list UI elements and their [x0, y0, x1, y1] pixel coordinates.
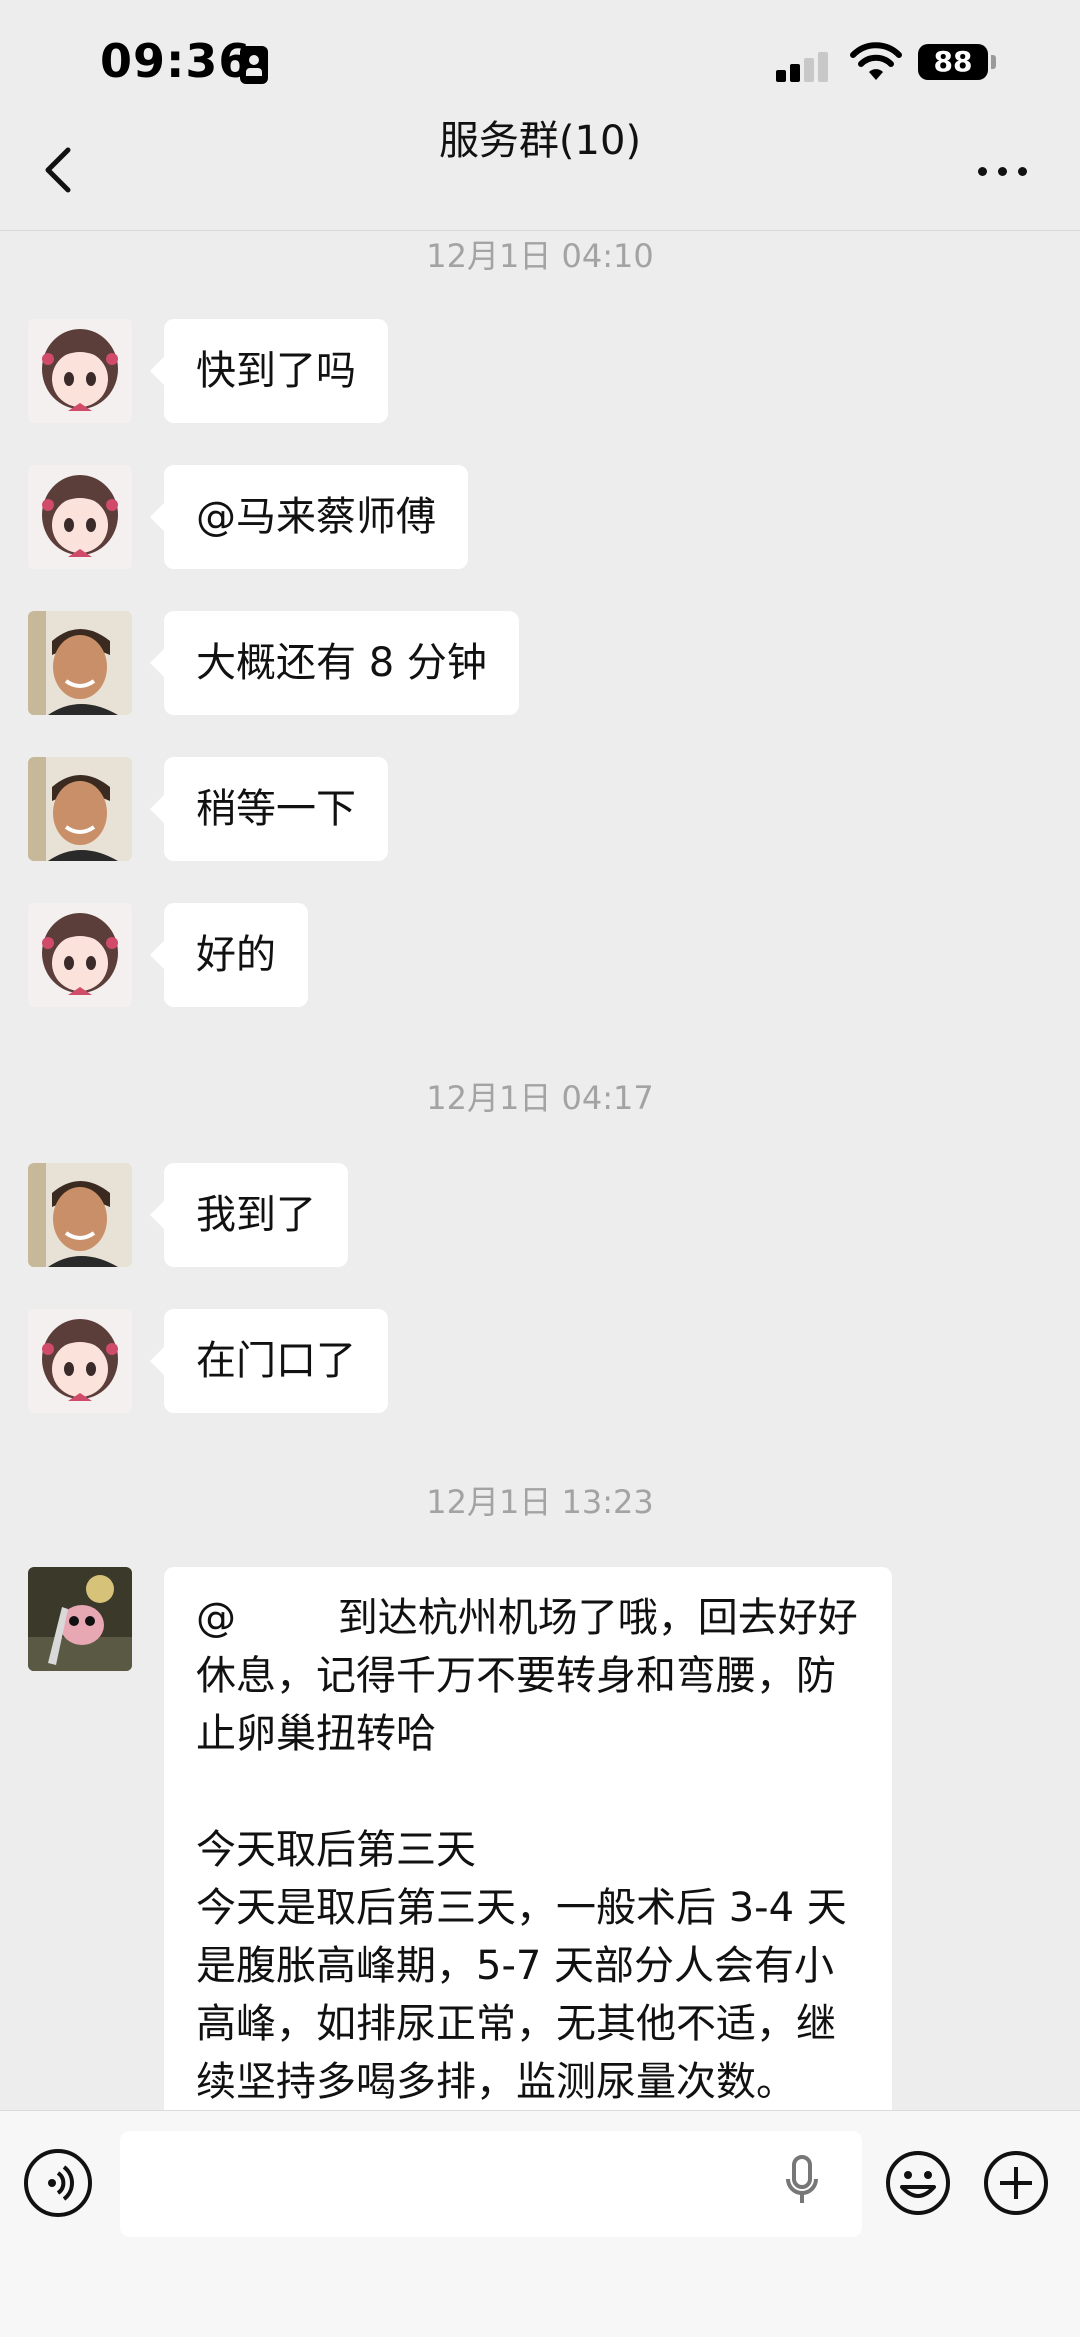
- timestamp: 12月1日 04:17: [426, 1079, 654, 1117]
- chat-title: 服务群(10): [438, 118, 642, 164]
- cellular-signal-icon: [776, 48, 834, 82]
- plus-icon[interactable]: [982, 2149, 1050, 2217]
- man-avatar-icon: [28, 757, 132, 861]
- girl-avatar-icon: [28, 1309, 132, 1413]
- wifi-icon: [850, 42, 902, 80]
- message-bubble[interactable]: 稍等一下: [150, 757, 388, 861]
- message-bubble[interactable]: 好的: [150, 903, 308, 1007]
- message-bubble[interactable]: 我到了: [150, 1163, 348, 1267]
- message-input[interactable]: [120, 2131, 862, 2237]
- girl-avatar-icon: [28, 903, 132, 1007]
- more-dots-icon[interactable]: [978, 160, 1038, 180]
- microphone-icon[interactable]: [782, 2151, 822, 2211]
- message-list[interactable]: 12月1日 04:10 快到了吗 @马来蔡师傅 大概还有 8 分钟 稍等一下 好…: [0, 231, 1080, 2111]
- man-avatar-icon: [28, 1163, 132, 1267]
- contact-card-icon: [240, 46, 268, 84]
- message-bubble[interactable]: 大概还有 8 分钟: [150, 611, 519, 715]
- battery-tip: [991, 55, 996, 69]
- message-bubble[interactable]: @ 到达杭州机场了哦，回去好好休息，记得千万不要转身和弯腰，防止卵巢扭转哈 今天…: [164, 1567, 892, 2111]
- timestamp: 12月1日 04:10: [426, 237, 654, 275]
- input-bar: [0, 2110, 1080, 2337]
- avatar[interactable]: [28, 903, 132, 1007]
- message-bubble[interactable]: @马来蔡师傅: [150, 465, 468, 569]
- bird-avatar-icon: [28, 1567, 132, 1671]
- avatar[interactable]: [28, 465, 132, 569]
- timestamp: 12月1日 13:23: [426, 1483, 654, 1521]
- voice-icon[interactable]: [24, 2149, 92, 2217]
- chat-header: 服务群(10): [0, 100, 1080, 231]
- message-bubble[interactable]: 在门口了: [150, 1309, 388, 1413]
- girl-avatar-icon: [28, 319, 132, 423]
- girl-avatar-icon: [28, 465, 132, 569]
- avatar[interactable]: [28, 1309, 132, 1413]
- avatar[interactable]: [28, 1163, 132, 1267]
- avatar[interactable]: [28, 319, 132, 423]
- man-avatar-icon: [28, 611, 132, 715]
- avatar[interactable]: [28, 611, 132, 715]
- emoji-icon[interactable]: [884, 2149, 952, 2217]
- avatar[interactable]: [28, 1567, 132, 1671]
- status-time: 09:36: [100, 34, 252, 88]
- message-bubble[interactable]: 快到了吗: [150, 319, 388, 423]
- battery-indicator: 88: [918, 44, 988, 80]
- avatar[interactable]: [28, 757, 132, 861]
